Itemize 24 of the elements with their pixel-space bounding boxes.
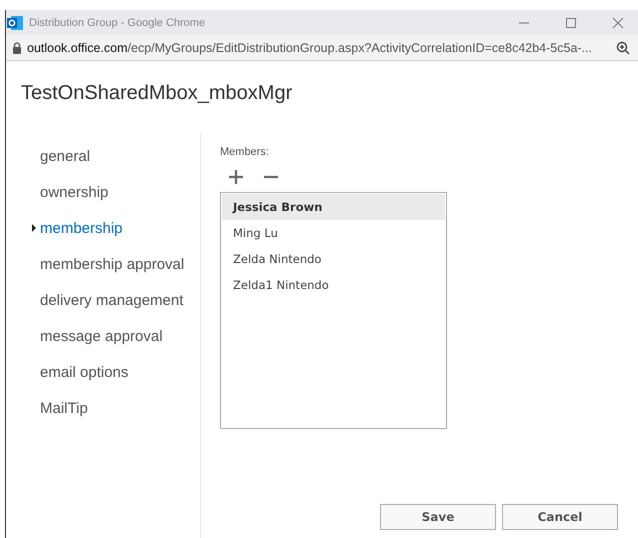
member-item[interactable]: Ming Lu [222,220,445,246]
close-icon[interactable] [612,16,624,28]
maximize-icon[interactable] [565,16,577,28]
zoom-icon[interactable] [616,40,630,54]
member-item[interactable]: Jessica Brown [222,194,445,220]
page-title: TestOnSharedMbox_mboxMgr [20,81,294,105]
save-button[interactable]: Save [380,504,496,530]
member-item[interactable]: Zelda Nintendo [222,246,445,272]
members-label: Members: [220,146,270,158]
nav-item[interactable]: ownership [40,184,108,200]
nav-item[interactable]: membership [40,220,123,236]
nav-item[interactable]: message approval [40,328,163,344]
nav-item[interactable]: email options [40,364,128,380]
nav-item[interactable]: MailTip [40,400,88,416]
member-item[interactable]: Zelda1 Nintendo [222,272,445,298]
nav-item[interactable]: membership approval [40,256,184,272]
cancel-button[interactable]: Cancel [502,504,618,530]
outlook-icon [7,14,23,30]
window-title: Distribution Group - Google Chrome [29,16,206,28]
nav-item[interactable]: general [40,148,90,164]
pointer-icon [32,224,36,232]
nav-item[interactable]: delivery management [40,292,184,308]
add-icon[interactable] [228,169,244,185]
lock-icon [12,42,22,54]
